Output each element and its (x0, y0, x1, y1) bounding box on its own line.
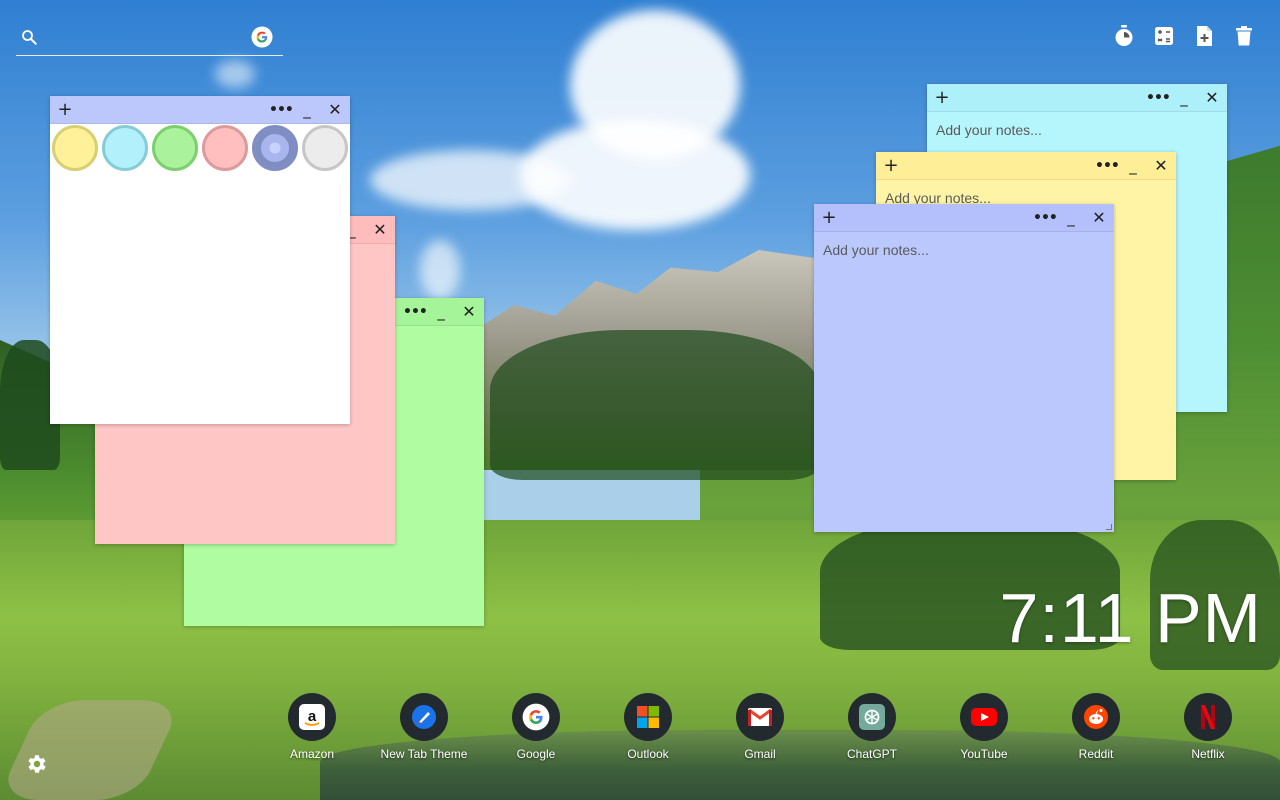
resize-handle[interactable] (1106, 524, 1112, 530)
cloud (370, 150, 570, 210)
color-swatch-periwinkle[interactable] (252, 125, 298, 171)
note-header: + ••• _ ✕ (814, 204, 1114, 232)
shortcut-reddit[interactable]: Reddit (1040, 693, 1152, 773)
more-options-button[interactable]: ••• (403, 302, 428, 322)
shortcut-new-tab-theme[interactable]: New Tab Theme (368, 693, 480, 773)
shortcut-netflix[interactable]: Netflix (1152, 693, 1264, 773)
netflix-icon (1201, 705, 1215, 729)
note-header: + ••• _ ✕ (927, 84, 1227, 112)
gear-icon[interactable] (24, 752, 48, 776)
shortcut-google[interactable]: Google (480, 693, 592, 773)
shortcut-label: YouTube (960, 747, 1008, 761)
trash-icon[interactable] (1232, 24, 1256, 48)
chatgpt-icon (859, 704, 885, 730)
timer-icon[interactable] (1112, 24, 1136, 48)
color-swatch-yellow[interactable] (52, 125, 98, 171)
shortcut-label: Outlook (627, 747, 669, 761)
sticky-note-white: + ••• _ ✕ (50, 96, 350, 424)
add-note-button[interactable]: + (54, 100, 76, 120)
clock: 7:11 PM (999, 579, 1262, 657)
color-swatch-pink[interactable] (202, 125, 248, 171)
more-options-button[interactable]: ••• (1146, 88, 1171, 108)
note-textarea[interactable] (814, 232, 1114, 532)
close-note-button[interactable]: ✕ (324, 100, 346, 120)
google-icon[interactable] (251, 26, 273, 48)
sticky-note-periwinkle: + ••• _ ✕ (814, 204, 1114, 532)
shortcut-outlook[interactable]: Outlook (592, 693, 704, 773)
cloud (420, 240, 460, 300)
minimize-button[interactable]: _ (1173, 88, 1195, 108)
gmail-icon (748, 708, 772, 726)
svg-text:a: a (308, 708, 317, 725)
new-tab-theme-icon (412, 705, 436, 729)
shortcut-chatgpt[interactable]: ChatGPT (816, 693, 928, 773)
minimize-button[interactable]: _ (1060, 208, 1082, 228)
amazon-icon: a (299, 704, 325, 730)
color-swatch-cyan[interactable] (102, 125, 148, 171)
more-options-button[interactable]: ••• (1095, 156, 1120, 176)
close-note-button[interactable]: ✕ (369, 220, 391, 240)
search-input[interactable] (50, 26, 240, 50)
shortcut-label: New Tab Theme (380, 747, 468, 761)
shortcut-label: Reddit (1078, 747, 1114, 761)
add-note-button[interactable]: + (818, 208, 840, 228)
shortcut-label: Netflix (1191, 747, 1225, 761)
close-note-button[interactable]: ✕ (458, 302, 480, 322)
calculator-icon[interactable] (1152, 24, 1176, 48)
shortcut-youtube[interactable]: YouTube (928, 693, 1040, 773)
shortcut-amazon[interactable]: a Amazon (256, 693, 368, 773)
more-options-button[interactable]: ••• (1033, 208, 1058, 228)
close-note-button[interactable]: ✕ (1150, 156, 1172, 176)
color-swatch-gray[interactable] (302, 125, 348, 171)
close-note-button[interactable]: ✕ (1201, 88, 1223, 108)
more-options-button[interactable]: ••• (269, 100, 294, 120)
add-note-button[interactable]: + (880, 156, 902, 176)
minimize-button[interactable]: _ (1122, 156, 1144, 176)
forest (490, 330, 820, 480)
new-note-icon[interactable] (1192, 24, 1216, 48)
color-picker (52, 125, 348, 173)
shortcut-label: ChatGPT (846, 747, 897, 761)
shortcut-gmail[interactable]: Gmail (704, 693, 816, 773)
cloud (215, 60, 255, 88)
search-icon[interactable] (20, 28, 38, 46)
shortcut-label: Gmail (744, 747, 776, 761)
reddit-icon (1084, 705, 1108, 729)
minimize-button[interactable]: _ (430, 302, 452, 322)
add-note-button[interactable]: + (931, 88, 953, 108)
close-note-button[interactable]: ✕ (1088, 208, 1110, 228)
youtube-icon (971, 708, 997, 726)
outlook-icon (637, 706, 659, 728)
shortcut-label: Amazon (289, 747, 335, 761)
shortcut-label: Google (516, 747, 556, 761)
note-header: + ••• _ ✕ (50, 96, 350, 124)
search-bar (16, 22, 283, 56)
note-header: + ••• _ ✕ (876, 152, 1176, 180)
google-icon (522, 703, 550, 731)
minimize-button[interactable]: _ (296, 100, 318, 120)
color-swatch-green[interactable] (152, 125, 198, 171)
